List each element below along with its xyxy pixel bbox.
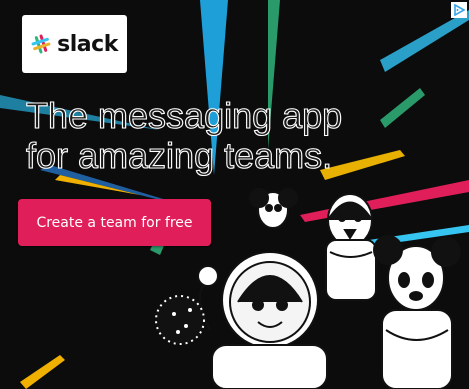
slack-hash-icon [31,34,51,54]
ad-headline: The messaging app for amazing teams. [25,95,343,176]
ray-yellow-left [55,175,140,195]
slack-logo[interactable]: slack [22,15,127,73]
adchoices-triangle-icon [454,4,465,16]
slack-banner-ad[interactable]: slack The messaging app for amazing team… [0,0,469,389]
headline-line-2: for amazing teams. [25,135,333,176]
headline-line-1: The messaging app [25,95,343,136]
slack-wordmark: slack [57,31,118,57]
ray-yellow-bottom [20,355,65,389]
ray-green-right [380,88,425,128]
cartoon-characters-illustration [155,188,461,389]
ray-blue-right [380,10,469,72]
adchoices-badge[interactable] [451,2,467,18]
